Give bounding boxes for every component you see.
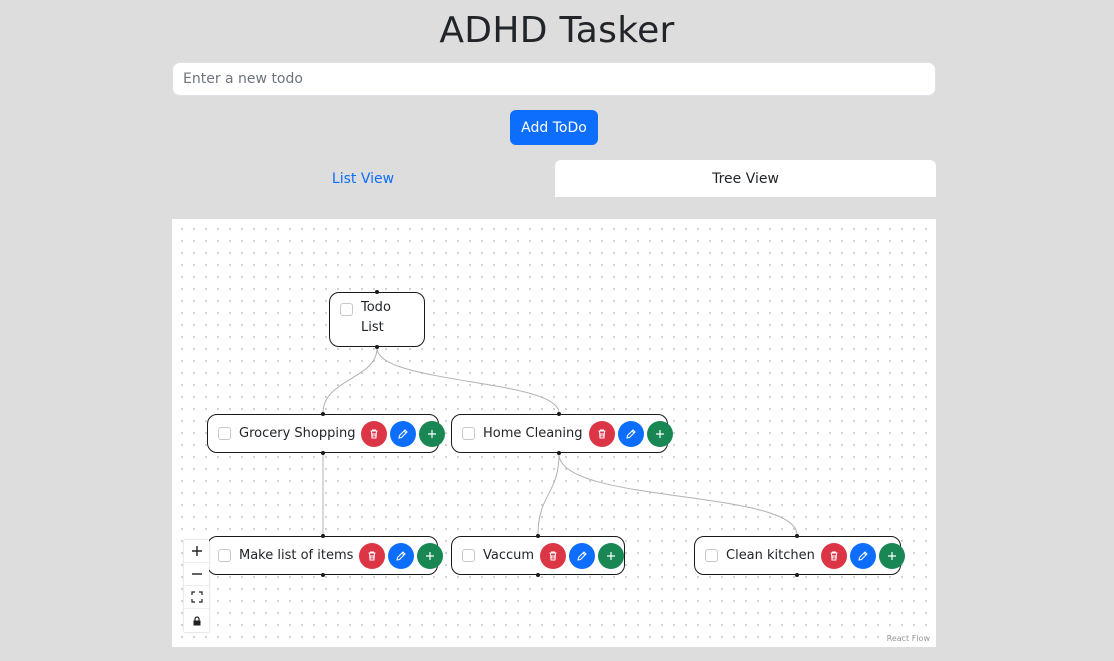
app-title: ADHD Tasker — [439, 10, 675, 51]
tree-node[interactable]: Home Cleaning — [451, 414, 673, 453]
zoom-in-button[interactable] — [184, 540, 209, 563]
edit-node-button[interactable] — [617, 420, 644, 447]
node-handle[interactable] — [557, 412, 561, 416]
trash-icon — [830, 551, 838, 560]
pencil-icon — [398, 428, 409, 439]
new-todo-input[interactable] — [172, 62, 936, 96]
react-flow-attribution[interactable]: React Flow — [883, 633, 933, 644]
plus-icon — [607, 551, 616, 560]
plus-icon — [887, 551, 896, 560]
pencil-icon — [858, 550, 868, 561]
zoom-out-button[interactable] — [184, 563, 209, 586]
node-label: Grocery Shopping — [239, 426, 356, 441]
node-label: Clean kitchen — [726, 548, 815, 563]
pencil-icon — [625, 428, 636, 439]
node-handle[interactable] — [795, 573, 799, 577]
edit-node-button[interactable] — [849, 542, 876, 569]
delete-node-button[interactable] — [820, 542, 847, 569]
trash-icon — [368, 551, 376, 560]
node-handle[interactable] — [536, 573, 540, 577]
tree-node[interactable]: Vaccum — [451, 536, 625, 575]
node-handle[interactable] — [321, 573, 325, 577]
edge-root-grocery — [322, 347, 378, 414]
node-label: Todo List — [361, 300, 391, 335]
pencil-icon — [577, 550, 587, 561]
lock-button[interactable] — [184, 609, 209, 632]
tab-list-view[interactable]: List View — [172, 160, 554, 197]
add-child-button[interactable] — [646, 420, 673, 447]
plus-icon — [428, 429, 437, 438]
node-handle[interactable] — [536, 534, 540, 538]
flow-controls — [184, 540, 209, 632]
delete-node-button[interactable] — [361, 420, 388, 447]
node-checkbox[interactable] — [218, 549, 231, 562]
trash-icon — [370, 429, 378, 438]
node-label: Make list of items — [239, 548, 354, 563]
tree-node[interactable]: Make list of items — [207, 536, 444, 575]
plus-icon — [655, 429, 664, 438]
edit-node-button[interactable] — [569, 542, 596, 569]
fit-view-icon — [190, 591, 203, 603]
delete-node-button[interactable] — [588, 420, 615, 447]
tree-node[interactable]: Grocery Shopping — [207, 414, 446, 453]
pencil-icon — [396, 550, 407, 561]
delete-node-button[interactable] — [359, 542, 386, 569]
node-checkbox[interactable] — [462, 427, 475, 440]
add-child-button[interactable] — [598, 542, 625, 569]
node-handle[interactable] — [375, 345, 379, 349]
plus-icon — [426, 551, 435, 560]
edge-home-vaccum — [537, 453, 560, 536]
edge-home-kitchen — [558, 453, 798, 536]
tree-node[interactable]: Clean kitchen — [694, 536, 905, 575]
tree-flow-canvas[interactable]: Todo List Grocery Shopping Home Cleaning… — [172, 219, 936, 647]
add-todo-button[interactable]: Add ToDo — [510, 110, 598, 145]
tree-node-root[interactable]: Todo List — [329, 292, 425, 347]
fit-view-button[interactable] — [184, 586, 209, 609]
node-checkbox[interactable] — [705, 549, 718, 562]
trash-icon — [598, 429, 606, 438]
zoom-in-icon — [191, 546, 202, 556]
node-checkbox[interactable] — [462, 549, 475, 562]
add-child-button[interactable] — [417, 542, 444, 569]
node-handle[interactable] — [795, 534, 799, 538]
add-child-button[interactable] — [878, 542, 905, 569]
edit-node-button[interactable] — [388, 542, 415, 569]
node-handle[interactable] — [321, 534, 325, 538]
node-handle[interactable] — [557, 451, 561, 455]
node-handle[interactable] — [321, 451, 325, 455]
node-handle[interactable] — [375, 290, 379, 294]
lock-icon — [193, 615, 200, 625]
node-handle[interactable] — [321, 412, 325, 416]
trash-icon — [549, 551, 557, 560]
node-label: Home Cleaning — [483, 426, 583, 441]
delete-node-button[interactable] — [540, 542, 567, 569]
node-label: Vaccum — [483, 548, 535, 563]
add-child-button[interactable] — [419, 420, 446, 447]
zoom-out-icon — [191, 573, 202, 575]
node-checkbox[interactable] — [340, 303, 353, 316]
edge-root-home — [376, 347, 560, 414]
node-checkbox[interactable] — [218, 427, 231, 440]
edit-node-button[interactable] — [390, 420, 417, 447]
tab-tree-view[interactable]: Tree View — [555, 160, 936, 197]
